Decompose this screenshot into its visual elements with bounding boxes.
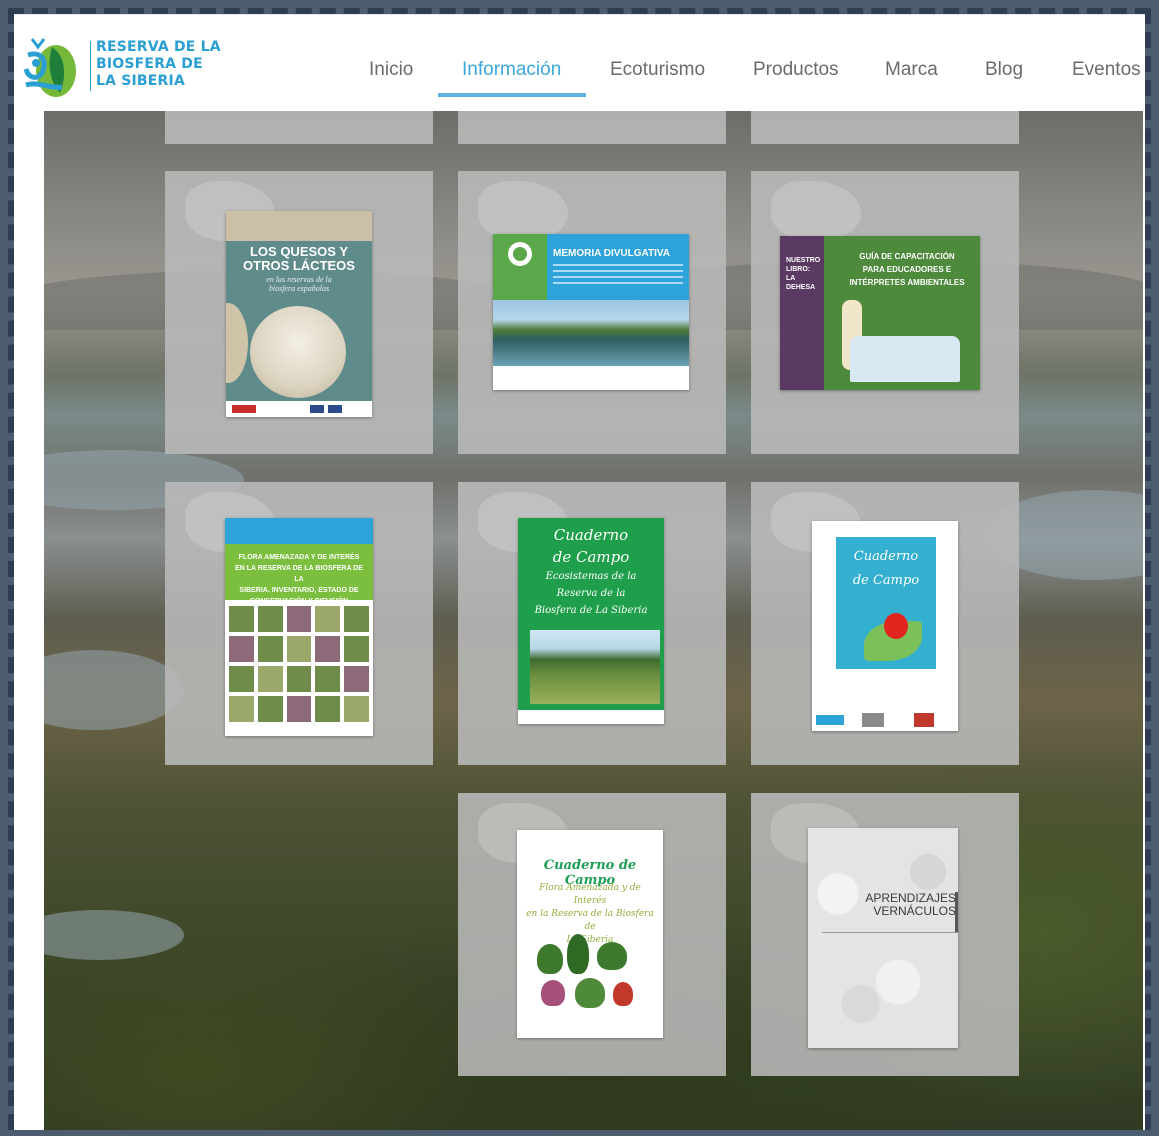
cover-footer-logos [518,710,664,724]
background-lake [44,910,184,960]
plant-illustrations [531,934,649,1010]
cover-title-line: de Campo [852,573,920,588]
cover-text-line [553,276,683,278]
cover-title-line: de Campo [552,548,630,566]
cover-title-line: SIBERIA. INVENTARIO, ESTADO DE [239,587,359,594]
plant-photo-grid [229,606,369,722]
site-name-line: LA SIBERIA [96,73,185,89]
cover-guia: NUESTRO LIBRO: LA DEHESA GUÍA DE CAPACIT… [780,236,980,390]
cover-side-text: DEHESA [786,284,816,291]
cover-rule [822,932,958,933]
cover-header-band [225,518,373,544]
cover-side-text: NUESTRO [786,257,821,264]
cover-photo-strip [226,211,372,241]
cover-title-line: LOS QUESOS Y [249,244,348,259]
cover-title-line: Cuaderno [853,549,919,564]
biosphere-logo-icon[interactable] [22,33,86,101]
cover-subtitle: Ecosistemas de la Reserva de la Biosfera… [522,568,660,619]
site-name-line: RESERVA DE LA [96,39,221,55]
cover-title-line: INTÉRPRETES AMBIENTALES [849,278,965,287]
cover-title: MEMORIA DIVULGATIVA [553,248,671,259]
cover-banner: MEMORIA DIVULGATIVA [547,234,689,300]
publication-tile-memoria[interactable]: MEMORIA DIVULGATIVA [458,171,726,454]
cover-title: LOS QUESOS Y OTROS LÁCTEOS [232,245,366,273]
cover-cuaderno-flora: Cuaderno de Campo Flora Amenazada y de I… [517,830,663,1038]
publication-tile-partial[interactable] [751,110,1019,144]
cover-text-line [553,264,683,266]
logo-separator [90,41,91,91]
cover-text-line [553,282,683,284]
background-lake [44,650,184,730]
cover-title: GUÍA DE CAPACITACIÓN PARA EDUCADORES E I… [840,250,974,289]
cover-quesos: LOS QUESOS Y OTROS LÁCTEOS en las reserv… [226,211,372,417]
publication-tile-aprendizajes[interactable]: APRENDIZAJES VERNÁCULOS [751,793,1019,1076]
biosphere-logo-icon [508,242,532,266]
cover-subtitle-line: en la Reserva de la Biosfera de [526,909,654,932]
cover-cuaderno-insecto: Cuaderno de Campo [812,521,958,731]
cover-footer-logos [225,722,373,736]
publication-tile-guia[interactable]: NUESTRO LIBRO: LA DEHESA GUÍA DE CAPACIT… [751,171,1019,454]
cover-title-line: OTROS LÁCTEOS [243,258,355,273]
nav-informacion[interactable]: Información [462,59,561,81]
cover-title: Cuaderno de Campo [522,524,660,568]
cover-title-line: EN LA RESERVA DE LA BIOSFERA DE LA [235,565,363,583]
cover-title-line: PARA EDUCADORES E [862,265,952,274]
nav-eventos[interactable]: Eventos [1072,59,1141,81]
nav-ecoturismo[interactable]: Ecoturismo [610,59,705,81]
cover-subtitle-line: Biosfera de La Siberia [534,605,648,616]
partner-logos-icon [816,713,934,727]
cover-text-line [553,270,683,272]
nav-blog[interactable]: Blog [985,59,1023,81]
cover-side-panel: NUESTRO LIBRO: LA DEHESA [780,236,824,390]
cover-flora: FLORA AMENAZADA Y DE INTERÉS EN LA RESER… [225,518,373,736]
cover-subtitle-line: Flora Amenazada y de Interés [539,883,641,906]
cover-title-line: FLORA AMENAZADA Y DE INTERÉS [238,554,360,561]
cover-footer-logos [493,366,689,390]
cover-subtitle-line: Ecosistemas de la [545,571,637,582]
nav-productos[interactable]: Productos [753,59,839,81]
nav-marca[interactable]: Marca [885,59,938,81]
cover-side-text: LIBRO: [786,266,811,273]
publication-tile-cuaderno-flora[interactable]: Cuaderno de Campo Flora Amenazada y de I… [458,793,726,1076]
cover-title-line: GUÍA DE CAPACITACIÓN [859,252,955,261]
publication-tile-partial[interactable] [165,110,433,144]
publication-tile-cuaderno-ecosistemas[interactable]: Cuaderno de Campo Ecosistemas de la Rese… [458,482,726,765]
beetle-illustration [884,613,908,639]
cover-title: APRENDIZAJES VERNÁCULOS [865,892,958,918]
cover-aprendizajes: APRENDIZAJES VERNÁCULOS [808,828,958,1048]
book-illustration [850,336,960,382]
cover-texture [808,828,958,1048]
cover-footer-logos [812,713,958,727]
cover-footer-logos [226,401,372,417]
nav-inicio[interactable]: Inicio [369,59,413,81]
wetland-photo [493,300,689,366]
publication-tile-flora[interactable]: FLORA AMENAZADA Y DE INTERÉS EN LA RESER… [165,482,433,765]
cover-cuaderno-ecosistemas: Cuaderno de Campo Ecosistemas de la Rese… [518,518,664,724]
cover-blue-panel: Cuaderno de Campo [836,537,936,669]
cover-side-text: LA [786,275,796,282]
site-name[interactable]: RESERVA DE LA BIOSFERA DE LA SIBERIA [96,39,221,90]
cover-title-band: FLORA AMENAZADA Y DE INTERÉS EN LA RESER… [225,544,373,605]
site-name-line: BIOSFERA DE [96,56,203,72]
cover-subtitle-line: biosfera españolas [268,284,330,293]
site-header: RESERVA DE LA BIOSFERA DE LA SIBERIA Ini… [14,14,1145,111]
nav-active-underline [438,93,586,97]
publication-tile-partial[interactable] [458,110,726,144]
cover-subtitle-line: Reserva de la [556,588,626,599]
cover-logo-panel [493,234,547,300]
cover-title-line: Cuaderno [553,526,629,544]
page: RESERVA DE LA BIOSFERA DE LA SIBERIA Ini… [14,14,1145,1130]
cheese-image [226,303,248,383]
cover-title-line: VERNÁCULOS [873,904,956,918]
cover-subtitle: en las reservas de la biosfera españolas [232,275,366,293]
publication-tile-cuaderno-insecto[interactable]: Cuaderno de Campo [751,482,1019,765]
cheese-image [250,306,346,398]
cover-subtitle-line: en las reservas de la [266,275,332,284]
pond-photo [530,630,660,704]
cover-memoria: MEMORIA DIVULGATIVA [493,234,689,390]
publication-tile-quesos[interactable]: LOS QUESOS Y OTROS LÁCTEOS en las reserv… [165,171,433,454]
